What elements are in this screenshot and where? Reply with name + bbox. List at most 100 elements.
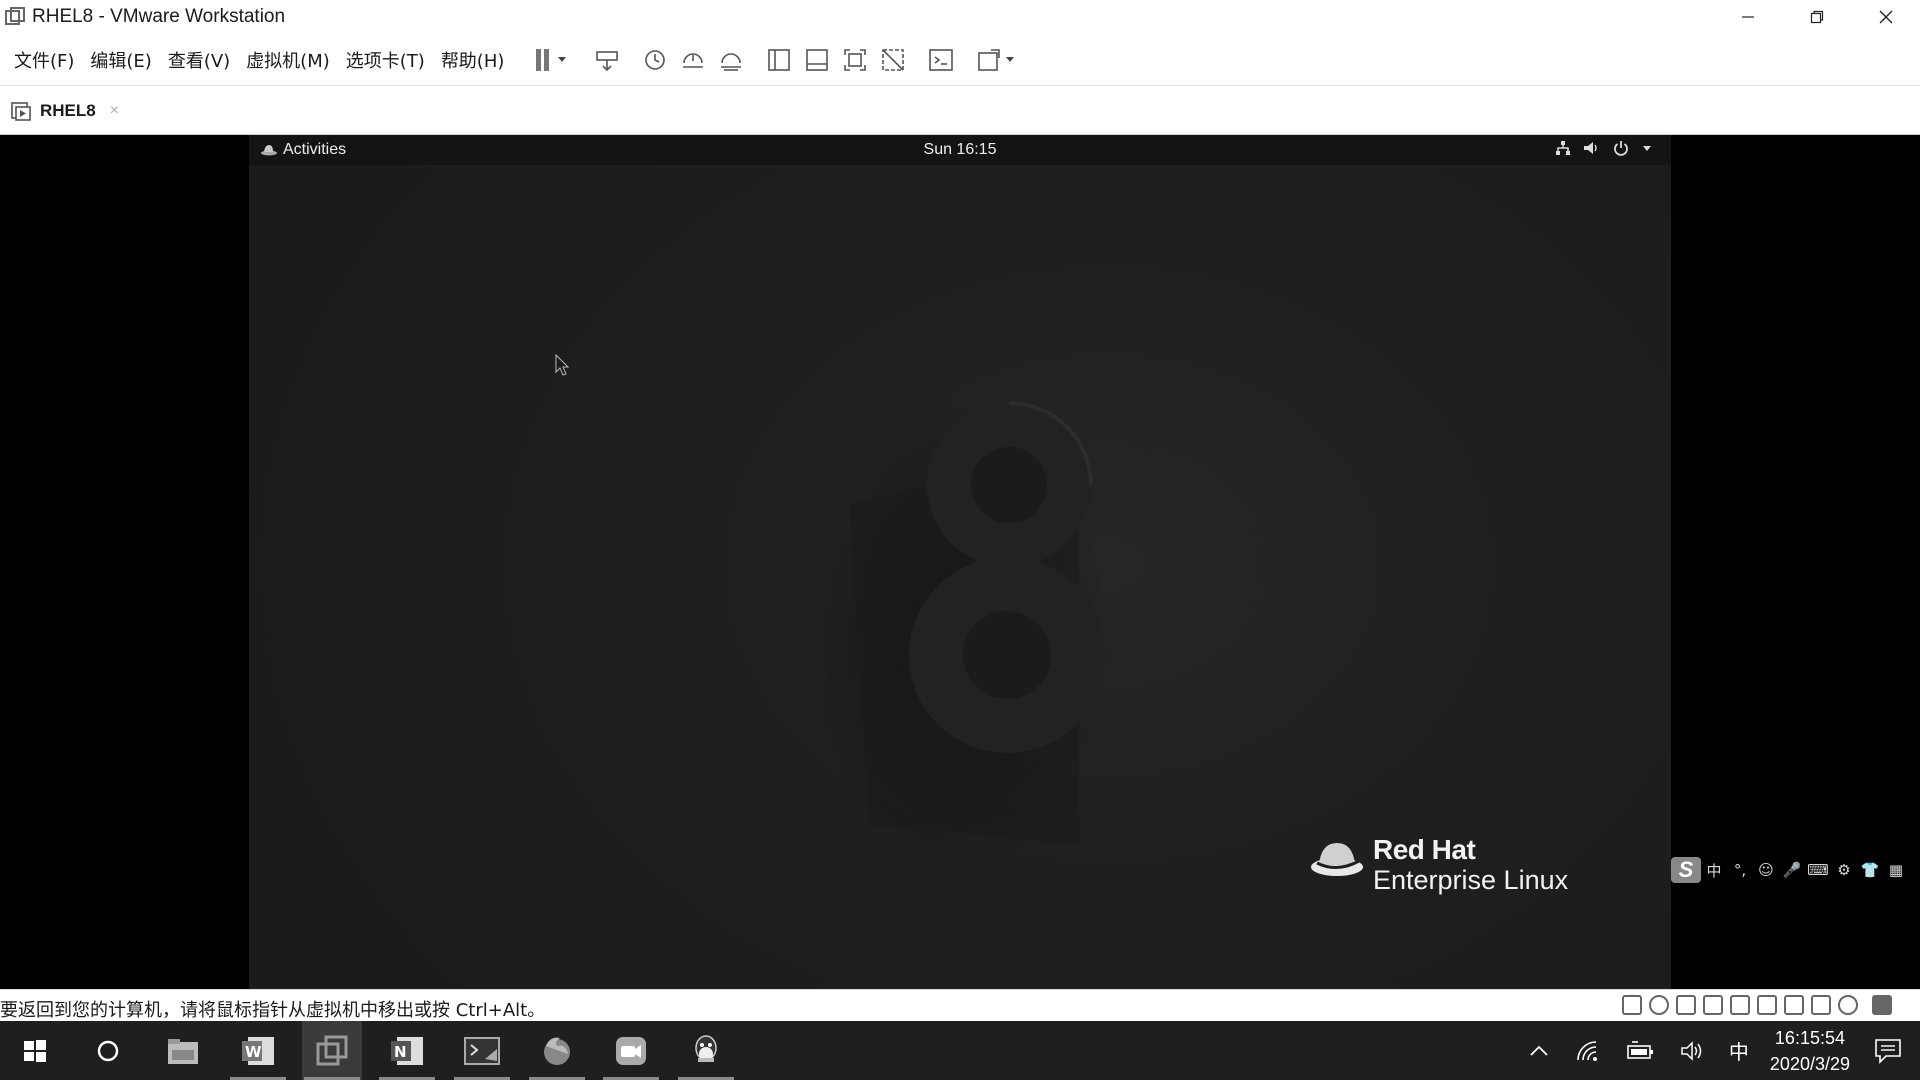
vm-display-area[interactable]: Activities Sun 16:15 Red Hat Enterprise … xyxy=(0,135,1920,989)
taskbar-vmware[interactable] xyxy=(302,1021,362,1080)
menu-view[interactable]: 查看(V) xyxy=(160,47,238,73)
vm-tab-icon xyxy=(11,102,31,121)
mouse-pointer-icon xyxy=(555,354,570,376)
brand-name: Red Hat xyxy=(1373,834,1476,865)
battery-icon[interactable] xyxy=(1626,1040,1656,1062)
action-center-icon[interactable] xyxy=(1874,1038,1902,1064)
ime-toolbox-icon[interactable]: ▦ xyxy=(1883,861,1909,879)
network-icon xyxy=(1556,141,1570,155)
ime-settings-icon[interactable]: ⚙ xyxy=(1831,861,1857,879)
show-library-button[interactable] xyxy=(763,44,795,76)
console-view-button[interactable] xyxy=(925,44,957,76)
svg-text:N: N xyxy=(394,1043,407,1061)
fullscreen-icon xyxy=(844,48,867,71)
menu-edit[interactable]: 编辑(E) xyxy=(82,47,159,73)
vmware-icon xyxy=(316,1035,348,1065)
vmware-app-icon xyxy=(5,7,25,25)
revert-snapshot-button[interactable] xyxy=(677,44,709,76)
take-snapshot-button[interactable] xyxy=(639,44,671,76)
windows-logo-icon xyxy=(24,1039,46,1062)
chevron-up-icon[interactable] xyxy=(1528,1044,1550,1058)
redhat-logo: Red Hat Enterprise Linux xyxy=(1309,835,1568,895)
taskbar-onenote[interactable]: N xyxy=(377,1021,437,1080)
tab-rhel8[interactable]: RHEL8 × xyxy=(10,95,119,127)
taskbar-file-explorer[interactable] xyxy=(153,1021,213,1080)
menu-file[interactable]: 文件(F) xyxy=(6,47,82,73)
usb-device-2-icon[interactable] xyxy=(1784,995,1804,1015)
snapshot-manager-icon xyxy=(721,52,742,71)
word-icon: W xyxy=(242,1036,274,1065)
menu-vm[interactable]: 虚拟机(M) xyxy=(238,47,338,73)
taskbar-terminal[interactable] xyxy=(452,1021,512,1080)
taskbar-clock[interactable]: 16:15:54 2020/3/29 xyxy=(1770,1025,1850,1077)
snapshot-icon xyxy=(645,49,666,70)
start-button[interactable] xyxy=(5,1021,65,1080)
taskbar-firefox[interactable] xyxy=(527,1021,587,1080)
camera-icon[interactable] xyxy=(1838,995,1858,1015)
speaker-icon[interactable] xyxy=(1680,1040,1704,1062)
ime-chinese-mode[interactable]: 中 xyxy=(1701,860,1727,881)
restore-button[interactable] xyxy=(1782,0,1851,34)
ime-punctuation-icon[interactable]: °, xyxy=(1727,861,1753,879)
menu-tabs[interactable]: 选项卡(T) xyxy=(338,47,433,73)
network-adapter-icon[interactable] xyxy=(1676,995,1696,1015)
tab-close-button[interactable]: × xyxy=(110,102,119,120)
brand-product: Enterprise Linux xyxy=(1373,865,1569,895)
system-tray: 中 16:15:54 2020/3/29 xyxy=(1514,1021,1920,1080)
vmware-status-bar: 要返回到您的计算机，请将鼠标指针从虚拟机中移出或按 Ctrl+Alt。 xyxy=(0,989,1920,1021)
pause-button[interactable] xyxy=(529,44,575,76)
rhel8-wallpaper-graphic xyxy=(809,395,1109,875)
fullscreen-button[interactable] xyxy=(839,44,871,76)
stretch-view-button[interactable] xyxy=(973,44,1019,76)
stretch-view-icon xyxy=(978,48,1015,71)
ime-toolbar[interactable]: S 中 °, ☺ 🎤 ⌨ ⚙ 👕 ▦ xyxy=(1671,857,1909,883)
ime-skin-icon[interactable]: 👕 xyxy=(1857,861,1883,879)
restore-icon xyxy=(1810,10,1823,24)
ime-keyboard-icon[interactable]: ⌨ xyxy=(1805,861,1831,879)
thumbnail-view-icon xyxy=(806,48,829,71)
device-icons xyxy=(1615,995,1892,1015)
revert-snapshot-icon xyxy=(683,52,704,68)
taskbar-date: 2020/3/29 xyxy=(1769,1053,1850,1074)
chevron-down-icon xyxy=(1643,146,1651,151)
printer-icon[interactable] xyxy=(1703,995,1723,1015)
redhat-shadowman-icon xyxy=(1311,843,1363,876)
gnome-top-bar: Activities Sun 16:15 xyxy=(249,135,1671,165)
taskbar-qq[interactable] xyxy=(676,1021,736,1080)
hard-disk-icon[interactable] xyxy=(1622,995,1642,1015)
cortana-circle-icon xyxy=(97,1040,119,1061)
bluetooth-icon[interactable] xyxy=(1811,995,1831,1015)
cd-dvd-icon[interactable] xyxy=(1649,995,1669,1015)
sogou-logo-icon[interactable]: S xyxy=(1671,857,1701,883)
snapshot-manager-button[interactable] xyxy=(715,44,747,76)
gnome-clock[interactable]: Sun 16:15 xyxy=(249,141,1671,159)
video-camera-icon xyxy=(616,1036,646,1065)
show-thumbnail-button[interactable] xyxy=(801,44,833,76)
close-button[interactable] xyxy=(1851,0,1920,34)
volume-icon xyxy=(1584,142,1597,154)
firefox-icon xyxy=(544,1037,570,1065)
guest-screen[interactable]: Activities Sun 16:15 Red Hat Enterprise … xyxy=(249,135,1671,989)
status-message: 要返回到您的计算机，请将鼠标指针从虚拟机中移出或按 Ctrl+Alt。 xyxy=(0,1000,546,1021)
gnome-system-menu[interactable] xyxy=(1543,140,1653,156)
tray-ime-indicator[interactable]: 中 xyxy=(1729,1036,1749,1065)
toolbar xyxy=(526,44,1022,76)
sound-card-icon[interactable] xyxy=(1730,995,1750,1015)
windows-taskbar: W N 中 16:15:54 2020/3/29 xyxy=(0,1021,1920,1080)
menu-help[interactable]: 帮助(H) xyxy=(433,47,513,73)
unity-button[interactable] xyxy=(877,44,909,76)
taskbar-word[interactable]: W xyxy=(228,1021,288,1080)
ime-voice-icon[interactable]: 🎤 xyxy=(1779,861,1805,879)
message-log-icon[interactable] xyxy=(1872,995,1892,1015)
taskbar-video-meeting[interactable] xyxy=(601,1021,661,1080)
window-title: RHEL8 - VMware Workstation xyxy=(32,6,286,27)
ime-emoji-icon[interactable]: ☺ xyxy=(1753,861,1779,879)
send-ctrl-alt-del-button[interactable] xyxy=(591,44,623,76)
usb-device-icon[interactable] xyxy=(1757,995,1777,1015)
qq-penguin-icon xyxy=(695,1034,717,1062)
minimize-button[interactable] xyxy=(1713,0,1782,34)
wifi-icon[interactable] xyxy=(1576,1040,1602,1062)
library-view-icon xyxy=(768,48,791,71)
cortana-button[interactable] xyxy=(78,1021,138,1080)
pause-icon xyxy=(536,48,567,71)
